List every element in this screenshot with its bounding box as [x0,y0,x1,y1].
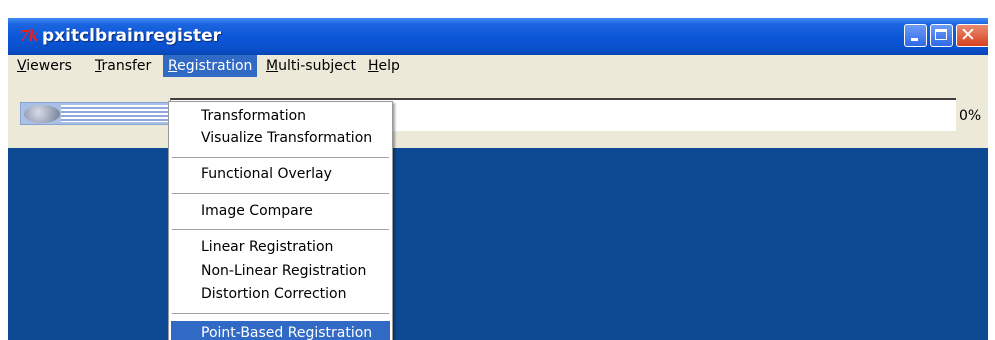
menu-item-functional-overlay[interactable]: Functional Overlay [201,166,332,182]
menu-multi-subject-mnemonic: M [266,58,279,74]
menu-item-distortion-correction[interactable]: Distortion Correction [201,286,346,302]
menu-viewers-label: iewers [26,58,72,74]
menu-multi-subject[interactable]: Multi-subject [261,55,361,77]
minimize-button[interactable] [904,24,927,47]
menu-registration-label: egistration [177,58,253,74]
menu-registration-mnemonic: R [168,58,178,74]
menu-multi-subject-label: ulti-subject [278,58,357,74]
menu-item-linear-registration[interactable]: Linear Registration [201,239,333,255]
window-title: pxitclbrainregister [42,26,222,46]
tk-logo-icon: 7k [19,27,39,45]
menu-registration[interactable]: Registration [163,55,258,77]
maximize-button[interactable] [930,24,953,47]
registration-dropdown-menu: Transformation Visualize Transformation … [168,101,393,340]
brain-blob-icon [24,105,60,123]
close-icon: ✕ [960,24,976,46]
close-button[interactable]: ✕ [956,24,988,47]
menu-separator [172,313,389,315]
menu-item-visualize-transformation[interactable]: Visualize Transformation [201,130,372,146]
menu-bar: Viewers Transfer Registration Multi-subj… [8,55,988,77]
menu-help-label: elp [378,58,400,74]
maximize-icon [935,29,947,40]
application-window: 7k pxitclbrainregister ✕ Viewers Transfe… [8,18,988,340]
menu-transfer[interactable]: Transfer [90,55,156,77]
menu-item-transformation[interactable]: Transformation [201,108,306,124]
title-bar[interactable]: 7k pxitclbrainregister ✕ [8,18,988,55]
progress-percent: 0% [959,108,982,124]
menu-separator [172,229,389,231]
menu-item-non-linear-registration[interactable]: Non-Linear Registration [201,263,366,279]
menu-help[interactable]: Help [363,55,405,77]
menu-item-image-compare[interactable]: Image Compare [201,203,313,219]
minimize-icon [911,38,918,41]
menu-transfer-label: ransfer [101,58,152,74]
menu-item-point-based-registration[interactable]: Point-Based Registration [171,321,390,340]
menu-separator [172,193,389,195]
menu-viewers[interactable]: Viewers [12,55,77,77]
brain-icon [20,102,170,125]
menu-help-mnemonic: H [368,58,379,74]
menu-separator [172,157,389,159]
menu-viewers-mnemonic: V [17,58,27,74]
status-bar: 0% [8,77,988,148]
brain-stripes [61,105,169,122]
